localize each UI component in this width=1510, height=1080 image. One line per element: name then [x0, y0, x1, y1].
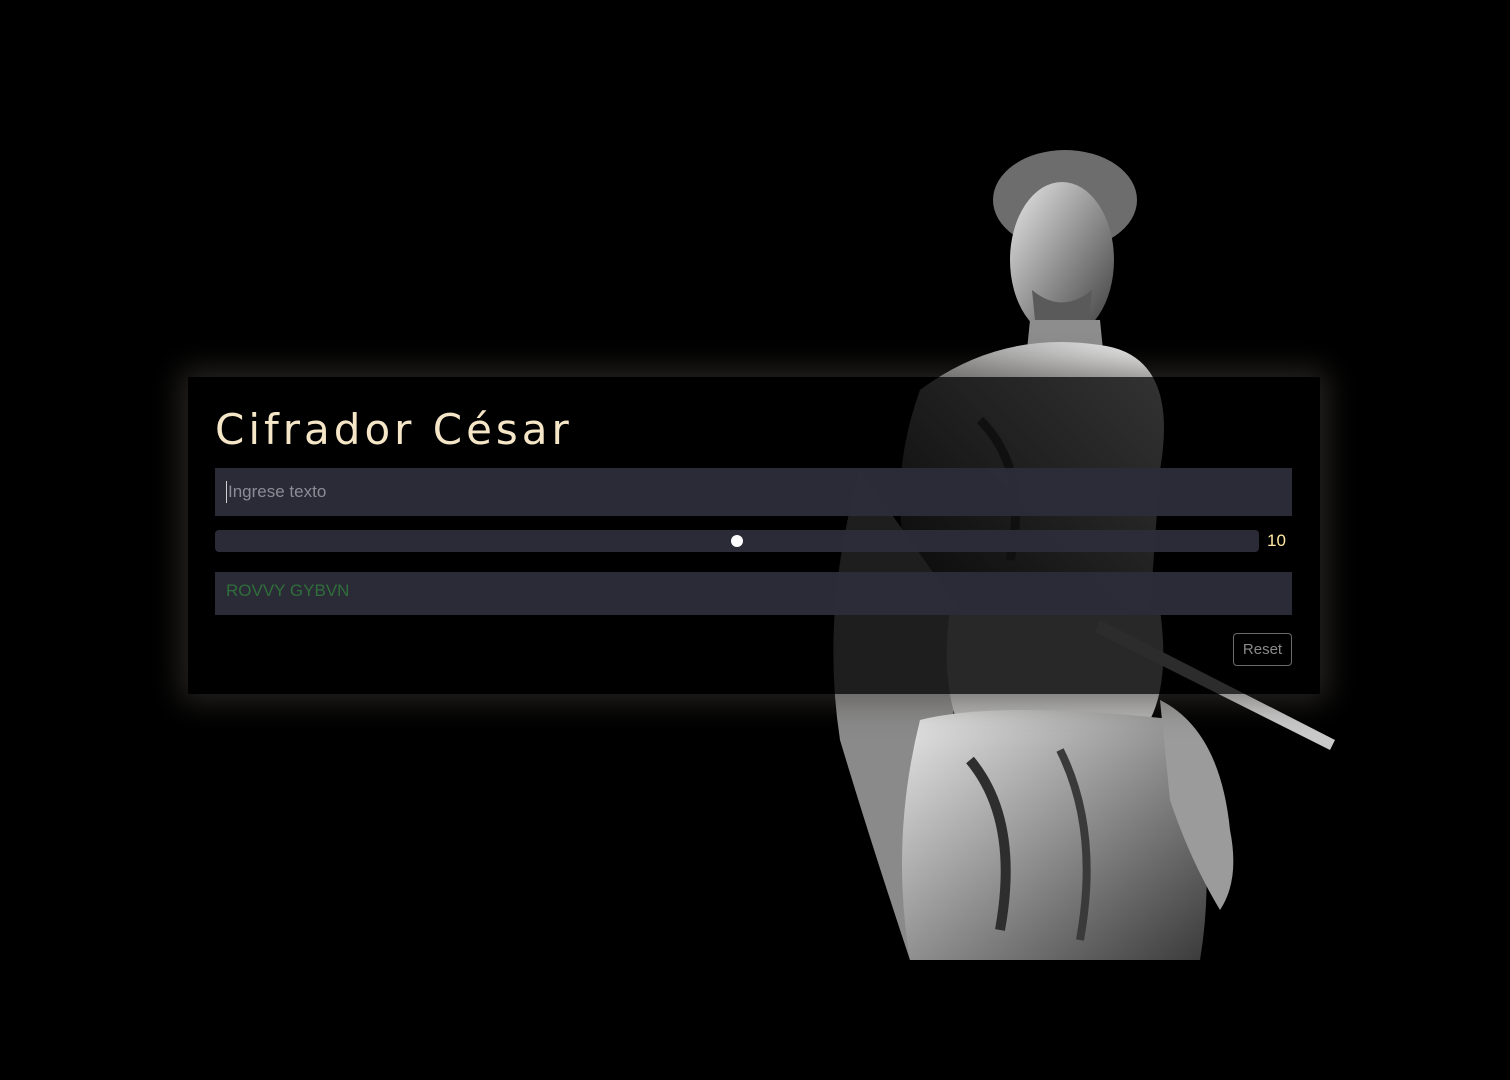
cipher-panel: Cifrador César 10 ROVVY GYBVN Reset [188, 377, 1320, 694]
shift-slider[interactable] [215, 530, 1259, 552]
text-caret [226, 481, 227, 503]
ciphertext-output: ROVVY GYBVN [215, 572, 1292, 615]
app-stage: Cifrador César 10 ROVVY GYBVN Reset [0, 0, 1510, 1080]
page-title: Cifrador César [215, 405, 573, 454]
plaintext-input[interactable] [215, 468, 1292, 516]
shift-value-label: 10 [1267, 531, 1286, 550]
reset-button[interactable]: Reset [1233, 633, 1292, 666]
shift-slider-thumb[interactable] [731, 535, 743, 547]
